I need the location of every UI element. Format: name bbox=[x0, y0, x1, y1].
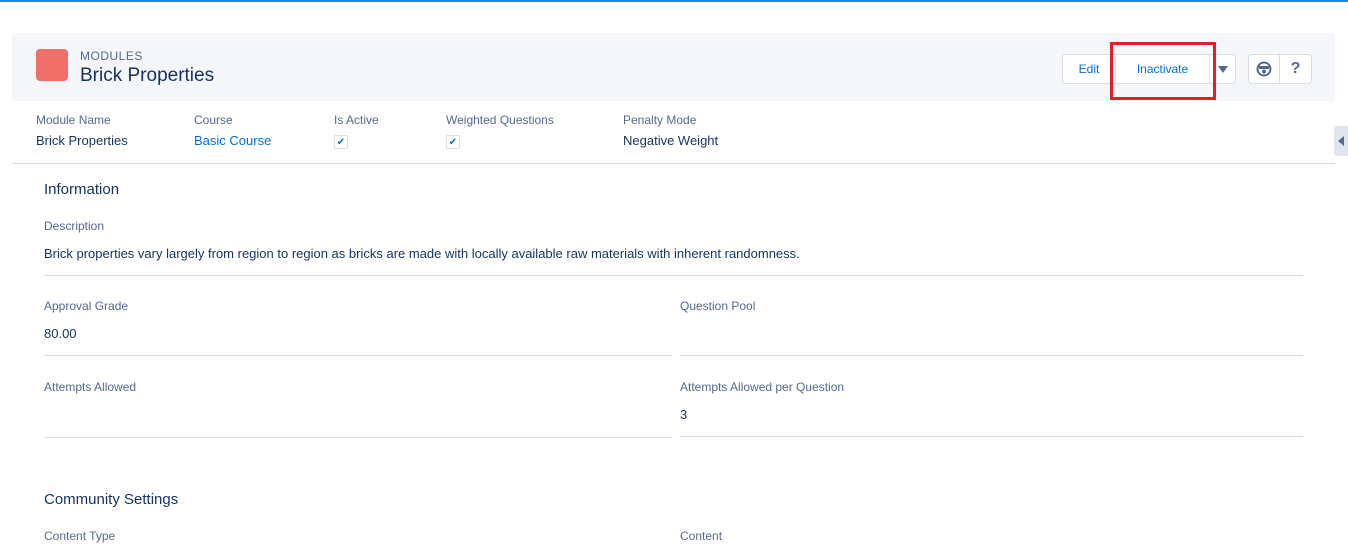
edit-button[interactable]: Edit bbox=[1062, 54, 1116, 84]
course-label: Course bbox=[194, 113, 233, 127]
utility-button-group: ? bbox=[1248, 54, 1312, 84]
community-settings-section-title[interactable]: Community Settings bbox=[44, 491, 178, 508]
question-pool-label: Question Pool bbox=[680, 299, 756, 313]
chevron-left-icon bbox=[1338, 136, 1344, 146]
question-pool-divider bbox=[680, 355, 1303, 356]
highlight-module-name: Module Name Brick Properties bbox=[36, 113, 128, 148]
attempts-per-question-divider bbox=[680, 436, 1303, 437]
penalty-mode-value: Negative Weight bbox=[623, 133, 719, 148]
check-icon: ✔ bbox=[336, 136, 346, 148]
module-name-label: Module Name bbox=[36, 113, 111, 127]
attempts-allowed-divider bbox=[44, 437, 672, 438]
description-divider bbox=[44, 275, 1303, 276]
information-section-title[interactable]: Information bbox=[44, 181, 119, 198]
weighted-questions-checkbox: ✔ bbox=[446, 135, 460, 149]
module-icon bbox=[36, 49, 68, 81]
description-label: Description bbox=[44, 219, 105, 233]
side-panel-toggle[interactable] bbox=[1334, 126, 1348, 156]
is-active-label: Is Active bbox=[334, 113, 379, 127]
attempts-allowed-label: Attempts Allowed bbox=[44, 380, 137, 394]
attempts-per-question-label: Attempts Allowed per Question bbox=[680, 380, 845, 394]
check-icon: ✔ bbox=[448, 136, 458, 148]
content-type-label: Content Type bbox=[44, 529, 116, 543]
description-value: Brick properties vary largely from regio… bbox=[44, 246, 800, 261]
weighted-questions-label: Weighted Questions bbox=[446, 113, 554, 127]
attempts-per-question-value: 3 bbox=[680, 407, 688, 422]
object-type-label: MODULES bbox=[80, 49, 143, 63]
approval-grade-label: Approval Grade bbox=[44, 299, 129, 313]
highlight-penalty-mode: Penalty Mode Negative Weight bbox=[623, 113, 718, 148]
highlight-course: Course Basic Course bbox=[194, 113, 271, 148]
highlight-weighted-questions: Weighted Questions ✔ bbox=[446, 113, 554, 149]
approval-grade-value: 80.00 bbox=[44, 326, 77, 341]
content-label: Content bbox=[680, 529, 723, 543]
highlights-panel: Module Name Brick Properties Course Basi… bbox=[12, 101, 1335, 164]
is-active-checkbox: ✔ bbox=[334, 135, 348, 149]
help-button[interactable]: ? bbox=[1280, 54, 1312, 84]
module-name-value: Brick Properties bbox=[36, 133, 128, 148]
page-title: Brick Properties bbox=[80, 65, 215, 86]
assistant-button[interactable] bbox=[1248, 54, 1280, 84]
approval-grade-divider bbox=[44, 355, 672, 356]
course-link[interactable]: Basic Course bbox=[194, 133, 271, 148]
penalty-mode-label: Penalty Mode bbox=[623, 113, 697, 127]
highlight-box bbox=[1110, 42, 1216, 100]
assistant-icon bbox=[1256, 61, 1272, 77]
chevron-down-icon bbox=[1217, 65, 1228, 73]
highlight-is-active: Is Active ✔ bbox=[334, 113, 379, 149]
top-accent-bar bbox=[0, 0, 1348, 2]
